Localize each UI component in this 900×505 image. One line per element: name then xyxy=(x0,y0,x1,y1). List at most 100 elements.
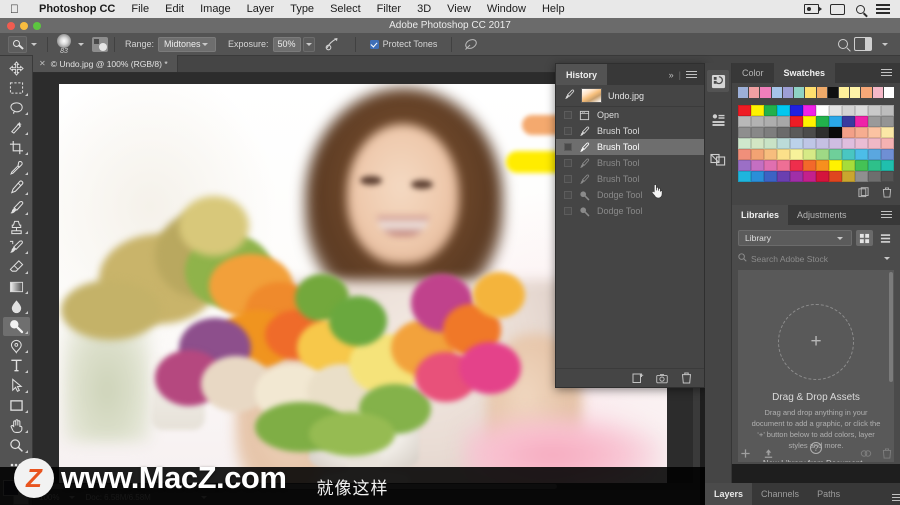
swatch-3-3[interactable] xyxy=(777,138,790,149)
add-asset-plus-icon[interactable]: + xyxy=(778,304,854,380)
panel-menu-icon[interactable] xyxy=(881,69,892,77)
collapse-to-icons-icon[interactable]: » xyxy=(669,70,674,80)
swatch-recent-0[interactable] xyxy=(738,87,749,98)
swatch-3-6[interactable] xyxy=(816,138,829,149)
swatch-5-4[interactable] xyxy=(790,160,803,171)
swatches-recent-row[interactable] xyxy=(732,83,900,100)
swatch-1-2[interactable] xyxy=(764,116,777,127)
libraries-panel-menu[interactable] xyxy=(881,205,900,225)
swatch-recent-9[interactable] xyxy=(838,87,850,98)
rectangle-tool[interactable] xyxy=(3,396,30,415)
horizontal-type-tool[interactable] xyxy=(3,356,30,375)
blur-tool[interactable] xyxy=(3,297,30,316)
history-state-dodge-2[interactable]: Dodge Tool xyxy=(556,203,704,219)
document-tab[interactable]: ✕ © Undo.jpg @ 100% (RGB/8) * xyxy=(33,55,178,72)
swatch-1-4[interactable] xyxy=(790,116,803,127)
swatch-1-9[interactable] xyxy=(855,116,868,127)
history-brush-source-toggle[interactable] xyxy=(564,143,572,151)
airbrush-toggle-button[interactable] xyxy=(315,33,349,55)
pen-tool[interactable] xyxy=(3,337,30,356)
swatch-6-3[interactable] xyxy=(777,171,790,182)
swatch-6-9[interactable] xyxy=(855,171,868,182)
menu-image[interactable]: Image xyxy=(192,0,239,18)
panel-menu-icon[interactable] xyxy=(881,211,892,219)
swatch-4-9[interactable] xyxy=(855,149,868,160)
chevron-down-icon[interactable] xyxy=(882,42,888,46)
swatch-4-0[interactable] xyxy=(738,149,751,160)
swatch-5-2[interactable] xyxy=(764,160,777,171)
apple-logo-icon[interactable]:  xyxy=(10,3,19,15)
history-brush-source-toggle[interactable] xyxy=(564,159,572,167)
swatch-2-3[interactable] xyxy=(777,127,790,138)
swatch-2-9[interactable] xyxy=(855,127,868,138)
swatch-0-6[interactable] xyxy=(816,105,829,116)
swatch-6-7[interactable] xyxy=(829,171,842,182)
swatch-6-5[interactable] xyxy=(803,171,816,182)
history-brush-source-icon[interactable] xyxy=(564,89,575,102)
tab-channels[interactable]: Channels xyxy=(752,483,808,505)
swatch-6-10[interactable] xyxy=(868,171,881,182)
swatch-0-3[interactable] xyxy=(777,105,790,116)
dodge-tool[interactable] xyxy=(2,316,30,336)
swatch-0-5[interactable] xyxy=(803,105,816,116)
brush-tool[interactable] xyxy=(3,198,30,217)
menu-filter[interactable]: Filter xyxy=(369,0,409,18)
swatch-5-0[interactable] xyxy=(738,160,751,171)
swatch-5-8[interactable] xyxy=(842,160,855,171)
history-state-brush-4[interactable]: Brush Tool xyxy=(556,171,704,187)
eraser-tool[interactable] xyxy=(3,257,30,276)
tab-history[interactable]: History xyxy=(556,64,608,85)
move-tool[interactable] xyxy=(3,59,30,78)
menu-help[interactable]: Help xyxy=(534,0,573,18)
swatch-3-9[interactable] xyxy=(855,138,868,149)
brush-preset-picker[interactable]: 83 xyxy=(54,33,88,55)
swatch-6-2[interactable] xyxy=(764,171,777,182)
swatch-3-8[interactable] xyxy=(842,138,855,149)
lasso-tool[interactable] xyxy=(3,99,30,118)
swatch-1-11[interactable] xyxy=(881,116,894,127)
swatch-recent-8[interactable] xyxy=(827,87,838,98)
swatch-5-6[interactable] xyxy=(816,160,829,171)
swatch-2-6[interactable] xyxy=(816,127,829,138)
swatch-0-9[interactable] xyxy=(855,105,868,116)
swatch-4-3[interactable] xyxy=(777,149,790,160)
swatch-recent-12[interactable] xyxy=(872,87,883,98)
exposure-stepper[interactable] xyxy=(302,36,315,52)
screen-record-icon[interactable] xyxy=(804,4,822,14)
swatch-recent-2[interactable] xyxy=(760,87,771,98)
swatch-1-7[interactable] xyxy=(829,116,842,127)
history-brush-source-toggle[interactable] xyxy=(564,127,572,135)
history-state-open[interactable]: Open xyxy=(556,107,704,123)
menu-select[interactable]: Select xyxy=(322,0,369,18)
pressure-for-size-button[interactable] xyxy=(458,33,484,55)
swatch-0-11[interactable] xyxy=(881,105,894,116)
properties-dock-icon[interactable] xyxy=(707,109,729,131)
link-asset-icon[interactable] xyxy=(860,446,872,464)
swatch-5-10[interactable] xyxy=(868,160,881,171)
history-brush-source-toggle[interactable] xyxy=(564,111,572,119)
swatch-6-11[interactable] xyxy=(881,171,894,182)
swatch-2-10[interactable] xyxy=(868,127,881,138)
hand-tool[interactable] xyxy=(3,416,30,435)
libraries-dropzone[interactable]: + Drag & Drop Assets Drag and drop anyth… xyxy=(738,270,894,462)
swatch-0-2[interactable] xyxy=(764,105,777,116)
search-icon[interactable] xyxy=(838,39,848,49)
search-adobe-stock-field[interactable]: Search Adobe Stock xyxy=(738,251,894,266)
swatch-0-0[interactable] xyxy=(738,105,751,116)
history-state-brush-1[interactable]: Brush Tool xyxy=(556,123,704,139)
gradient-tool[interactable] xyxy=(3,277,30,296)
history-snapshot-row[interactable]: Undo.jpg xyxy=(556,85,704,107)
zoom-tool[interactable] xyxy=(3,436,30,455)
close-icon[interactable]: ✕ xyxy=(39,59,46,68)
current-tool-preset-picker[interactable] xyxy=(0,33,41,55)
swatch-3-4[interactable] xyxy=(790,138,803,149)
history-brush-source-toggle[interactable] xyxy=(564,207,572,215)
eyedropper-tool[interactable] xyxy=(3,158,30,177)
swatch-recent-3[interactable] xyxy=(771,87,782,98)
swatch-2-2[interactable] xyxy=(764,127,777,138)
swatch-5-1[interactable] xyxy=(751,160,764,171)
swatch-4-7[interactable] xyxy=(829,149,842,160)
history-state-brush-3[interactable]: Brush Tool xyxy=(556,155,704,171)
swatches-panel-menu[interactable] xyxy=(881,63,900,83)
panel-menu-icon[interactable] xyxy=(686,70,697,79)
